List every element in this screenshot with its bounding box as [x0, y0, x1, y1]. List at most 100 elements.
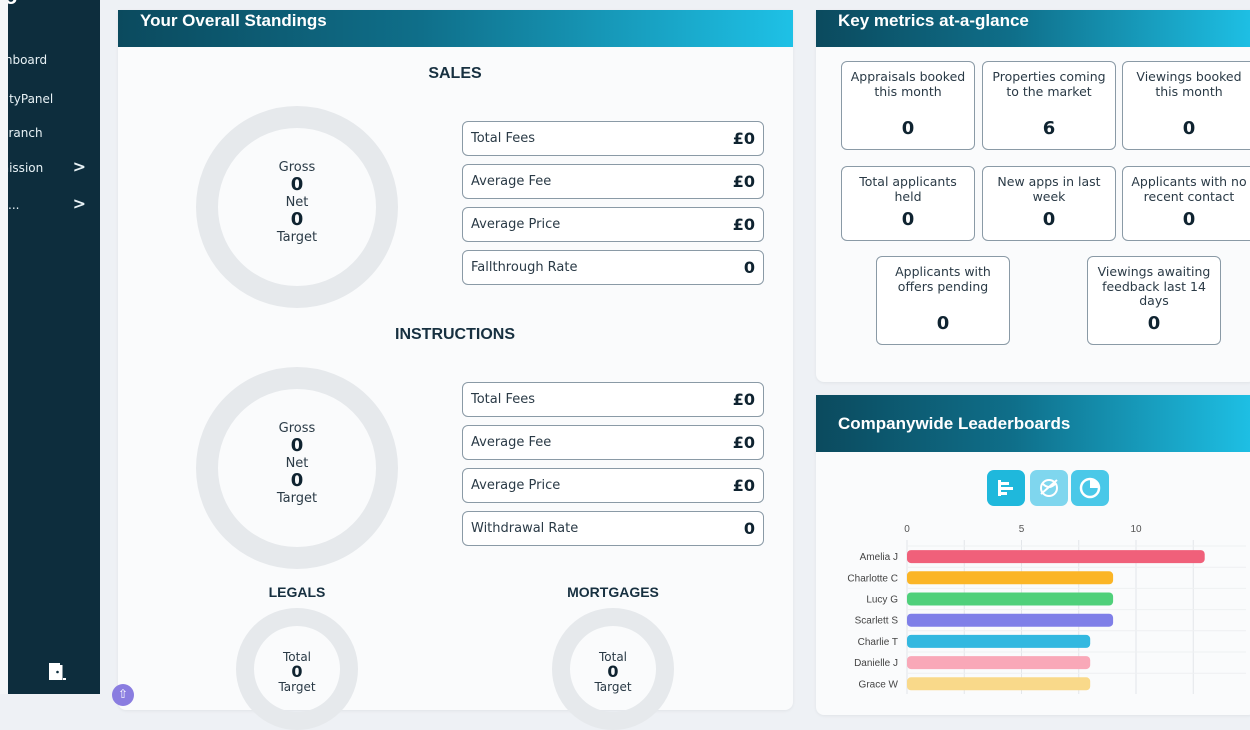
metric-card-new-apps: New apps in last week 0: [982, 166, 1116, 241]
bar: [907, 571, 1114, 585]
standings-panel: Your Overall Standings: [118, 10, 793, 710]
total-value: 0: [291, 662, 303, 681]
stat-label: Average Price: [471, 478, 561, 493]
leaderboard-bar-chart: 0 5 10 Amelia J Charlotte C Lucy G Scarlett S C…: [847, 524, 1246, 694]
legals-donut-values: Total 0 Target: [257, 650, 337, 694]
bar: [907, 677, 1091, 691]
stat-label: Fallthrough Rate: [471, 260, 578, 275]
metric-card-viewings-booked: Viewings booked this month 0: [1122, 61, 1250, 150]
sales-donut-values: Gross 0 Net 0 Target: [247, 160, 347, 245]
stat-value: £0: [732, 390, 755, 409]
metric-label: Properties coming to the market: [992, 69, 1106, 99]
stat-label: Average Fee: [471, 435, 552, 450]
mortgages-donut-values: Total 0 Target: [573, 650, 653, 694]
bar: [907, 656, 1091, 670]
stat-value: £0: [732, 172, 755, 191]
stat-value: 0: [743, 519, 755, 538]
metric-value: 0: [1042, 209, 1056, 230]
bar: [907, 613, 1114, 627]
target-label: Target: [278, 680, 316, 694]
bar: [907, 592, 1114, 606]
category-label: Lucy G: [866, 595, 898, 606]
gross-label: Gross: [278, 421, 316, 436]
x-tick-label: 10: [1130, 524, 1142, 535]
chevron-right-icon: >: [72, 194, 86, 213]
sidebar-item-my-branch[interactable]: My Branch: [8, 121, 71, 145]
target-label: Target: [594, 680, 632, 694]
sales-average-fee-row: Average Fee £0: [462, 164, 764, 199]
bar-chart-toggle[interactable]: [987, 470, 1025, 506]
metric-value: 0: [936, 313, 950, 334]
sidebar-item-commission[interactable]: Commission >: [8, 156, 100, 180]
net-label: Net: [285, 195, 309, 210]
scroll-up-button[interactable]: ⇧: [112, 684, 134, 706]
leaderboards-panel-title: Companywide Leaderboards: [816, 395, 1250, 452]
bar: [907, 634, 1091, 648]
metric-value: 0: [1147, 313, 1161, 334]
sales-average-price-row: Average Price £0: [462, 207, 764, 242]
brand-logo-text: PRO: [8, 0, 18, 8]
instructions-donut-values: Gross 0 Net 0 Target: [247, 421, 347, 506]
metric-label: Appraisals booked this month: [850, 69, 966, 99]
sidebar-item-label: My Branch: [8, 126, 43, 140]
sidebar-item-label: ...: [8, 198, 20, 212]
metric-card-awaiting-feedback: Viewings awaiting feedback last 14 days …: [1087, 256, 1221, 345]
x-tick-label: 5: [1019, 524, 1025, 535]
stat-value: £0: [732, 476, 755, 495]
sidebar-item-label: ActivityPanel: [8, 92, 54, 106]
metric-value: 0: [1182, 209, 1196, 230]
stat-label: Average Price: [471, 217, 561, 232]
sidebar-item-label: Commission: [8, 161, 44, 175]
stat-label: Total Fees: [471, 392, 536, 407]
category-label: Danielle J: [854, 658, 898, 669]
metric-label: Viewings booked this month: [1136, 69, 1242, 99]
gross-label: Gross: [278, 160, 316, 175]
sidebar-item-dashboard[interactable]: Dashboard: [8, 48, 74, 72]
net-label: Net: [285, 456, 309, 471]
metric-label: Total applicants held: [859, 174, 957, 204]
metric-card-properties-coming: Properties coming to the market 6: [982, 61, 1116, 150]
target-label: Target: [276, 230, 318, 245]
sidebar: PRO Dashboard ActivityPanel My Branch Co…: [8, 0, 100, 694]
chevron-right-icon: >: [72, 157, 86, 176]
mortgages-section-title: MORTGAGES: [567, 584, 659, 600]
metric-label: Applicants with offers pending: [895, 264, 991, 294]
bar-chart-icon: [998, 480, 1013, 496]
category-label: Charlie T: [858, 637, 898, 648]
metric-card-appraisals: Appraisals booked this month 0: [841, 61, 975, 150]
key-metrics-panel-title: Key metrics at-a-glance: [816, 10, 1250, 47]
stat-value: 0: [743, 258, 755, 277]
sales-section-title: SALES: [428, 65, 482, 82]
metric-card-total-applicants: Total applicants held 0: [841, 166, 975, 241]
metric-label: Viewings awaiting feedback last 14 days: [1097, 264, 1211, 308]
stat-value: £0: [732, 215, 755, 234]
category-label: Amelia J: [860, 552, 898, 563]
metric-card-no-recent-contact: Applicants with no recent contact 0: [1122, 166, 1250, 241]
instructions-average-price-row: Average Price £0: [462, 468, 764, 503]
stat-value: £0: [732, 129, 755, 148]
stat-label: Total Fees: [471, 131, 536, 146]
sidebar-item-more[interactable]: ... >: [8, 193, 100, 217]
metric-value: 0: [1182, 118, 1196, 139]
edge-strip: [0, 0, 8, 694]
gross-value: 0: [290, 174, 304, 195]
sales-total-fees-row: Total Fees £0: [462, 121, 764, 156]
instructions-total-fees-row: Total Fees £0: [462, 382, 764, 417]
pie-chart-icon: [1079, 477, 1101, 499]
sales-fallthrough-rate-row: Fallthrough Rate 0: [462, 250, 764, 285]
pie-chart-toggle[interactable]: [1071, 470, 1109, 506]
sidebar-item-label: Dashboard: [8, 53, 48, 67]
metric-card-offers-pending: Applicants with offers pending 0: [876, 256, 1010, 345]
category-label: Scarlett S: [855, 616, 899, 627]
metric-value: 0: [901, 209, 915, 230]
net-value: 0: [290, 209, 304, 230]
map-view-toggle[interactable]: [1030, 470, 1068, 506]
legals-section-title: LEGALS: [268, 584, 326, 600]
sidebar-item-activitypanel[interactable]: ActivityPanel: [8, 87, 68, 111]
stat-label: Average Fee: [471, 174, 552, 189]
globe-icon: [1040, 479, 1058, 497]
bar: [907, 550, 1205, 564]
logout-door-icon[interactable]: [46, 660, 68, 682]
category-label: Charlotte C: [847, 573, 898, 584]
metric-value: 6: [1042, 118, 1056, 139]
